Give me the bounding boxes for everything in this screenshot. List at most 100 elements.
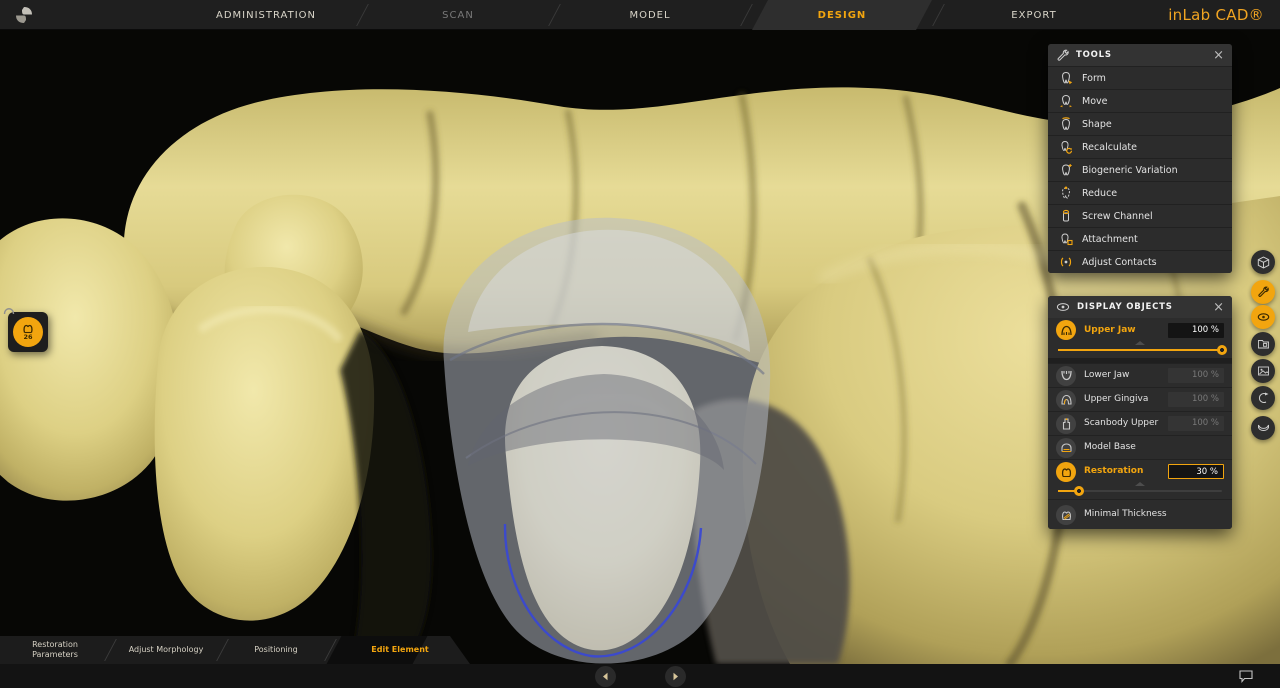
previous-step-button[interactable] [595,666,616,687]
phase-tab-scan[interactable]: SCAN [362,0,554,30]
inlab-cad-window: ADMINISTRATION SCAN MODEL DESIGN EXPORT … [0,0,1280,688]
phase-tab-design[interactable]: DESIGN [746,0,938,30]
display-objects-panel: DISPLAY OBJECTS × Upper Jaw 100 % Lower … [1048,296,1232,529]
scanbody-upper-opacity-value[interactable]: 100 % [1168,416,1224,431]
slider-track[interactable] [1058,490,1222,492]
tool-item-move[interactable]: Move [1048,89,1232,112]
screenshot-button[interactable] [1251,359,1275,383]
adjust-contacts-icon [1058,255,1073,270]
tool-item-shape[interactable]: Shape [1048,112,1232,135]
view-cube-button[interactable] [1251,250,1275,274]
close-icon[interactable]: × [1213,49,1224,62]
smile-design-button[interactable] [1251,416,1275,440]
minimal-thickness-icon [1056,505,1076,525]
tool-item-recalculate[interactable]: Recalculate [1048,135,1232,158]
upper-jaw-icon [1056,320,1076,340]
tool-label: Adjust Contacts [1082,257,1157,268]
restoration-icon [1056,462,1076,482]
tool-item-attachment[interactable]: Attachment [1048,227,1232,250]
upper-jaw-opacity-slider[interactable] [1048,342,1232,358]
tooth-biogeneric-variation-icon [1058,163,1073,178]
display-objects-title: DISPLAY OBJECTS [1077,302,1206,312]
slider-caret-icon [1135,341,1145,345]
phase-tab-label: SCAN [442,10,474,21]
slider-knob[interactable] [1217,345,1227,355]
slider-track[interactable] [1058,349,1222,351]
display-object-row-minimal-thickness[interactable]: Minimal Thickness [1048,499,1232,529]
model-base-icon [1056,438,1076,458]
display-object-row-lower-jaw[interactable]: Lower Jaw 100 % [1048,363,1232,387]
display-object-row-restoration[interactable]: Restoration 30 % [1048,459,1232,483]
tool-item-form[interactable]: Form [1048,66,1232,89]
display-objects-header: DISPLAY OBJECTS × [1048,296,1232,318]
display-object-row-scanbody-upper[interactable]: Scanbody Upper 100 % [1048,411,1232,435]
export-view-button[interactable] [1251,386,1275,410]
step-label: Positioning [254,645,298,655]
slider-knob[interactable] [1074,486,1084,496]
tooth-reduce-icon [1058,186,1073,201]
step-label: Edit Element [371,645,428,655]
phase-tab-label: ADMINISTRATION [216,10,316,21]
slider-caret-icon [1135,482,1145,486]
tooth-form-icon [1058,71,1073,86]
tool-label: Form [1082,73,1106,84]
step-edit-element[interactable]: Edit Element [330,636,470,664]
phase-tab-label: DESIGN [818,10,867,21]
display-object-row-upper-jaw[interactable]: Upper Jaw 100 % [1048,318,1232,342]
eye-icon [1257,312,1270,322]
display-object-row-upper-gingiva[interactable]: Upper Gingiva 100 % [1048,387,1232,411]
display-object-label: Minimal Thickness [1084,509,1224,519]
share-arrow-icon [1257,392,1270,404]
tool-label: Screw Channel [1082,211,1153,222]
display-object-label: Lower Jaw [1084,370,1160,380]
tools-panel-title: TOOLS [1076,50,1206,60]
tooth-shape-icon [1058,117,1073,132]
upper-jaw-opacity-value[interactable]: 100 % [1168,323,1224,338]
upper-gingiva-icon [1056,390,1076,410]
step-restoration-parameters[interactable]: Restoration Parameters [0,636,110,664]
tool-label: Reduce [1082,188,1117,199]
tooth-move-icon [1058,94,1073,109]
app-brand: inLab CAD® [1168,0,1264,30]
slider-fill [1058,349,1222,351]
lower-jaw-opacity-value[interactable]: 100 % [1168,368,1224,383]
tool-item-reduce[interactable]: Reduce [1048,181,1232,204]
denture-smile-icon [1257,423,1270,433]
upper-gingiva-opacity-value[interactable]: 100 % [1168,392,1224,407]
display-object-row-model-base[interactable]: Model Base [1048,435,1232,459]
image-icon [1257,365,1270,377]
wrench-icon [1056,49,1069,62]
next-step-button[interactable] [665,666,686,687]
phase-tab-administration[interactable]: ADMINISTRATION [170,0,362,30]
tooth-number: 26 [23,333,32,341]
feedback-chat-button[interactable] [1238,668,1254,687]
arrow-left-icon [601,672,610,681]
design-step-bar: Restoration Parameters Adjust Morphology… [0,636,470,664]
display-object-label: Upper Gingiva [1084,394,1160,404]
phase-tab-export[interactable]: EXPORT [938,0,1130,30]
restoration-opacity-value[interactable]: 30 % [1168,464,1224,479]
close-icon[interactable]: × [1213,301,1224,314]
step-positioning[interactable]: Positioning [222,636,330,664]
tooth-number-badge[interactable]: 26 [13,317,43,347]
dentsply-sirona-logo-icon [14,5,34,25]
tools-panel-header: TOOLS × [1048,44,1232,66]
tools-toggle-button[interactable] [1251,280,1275,304]
display-objects-toggle-button[interactable] [1251,305,1275,329]
attachment-icon [1058,232,1073,247]
tool-item-biogeneric-variation[interactable]: Biogeneric Variation [1048,158,1232,181]
restoration-tooth-tab[interactable]: 26 [8,312,48,352]
phase-tab-label: EXPORT [1011,10,1056,21]
scanbody-upper-icon [1056,414,1076,434]
display-object-label: Upper Jaw [1084,325,1160,335]
case-details-button[interactable] [1251,332,1275,356]
step-adjust-morphology[interactable]: Adjust Morphology [110,636,222,664]
tool-label: Recalculate [1082,142,1137,153]
phase-tab-model[interactable]: MODEL [554,0,746,30]
eye-icon [1056,302,1070,312]
tool-item-adjust-contacts[interactable]: Adjust Contacts [1048,250,1232,273]
speech-bubble-icon [1238,669,1254,683]
display-object-label: Scanbody Upper [1084,418,1160,428]
restoration-opacity-slider[interactable] [1048,483,1232,499]
tool-item-screw-channel[interactable]: Screw Channel [1048,204,1232,227]
